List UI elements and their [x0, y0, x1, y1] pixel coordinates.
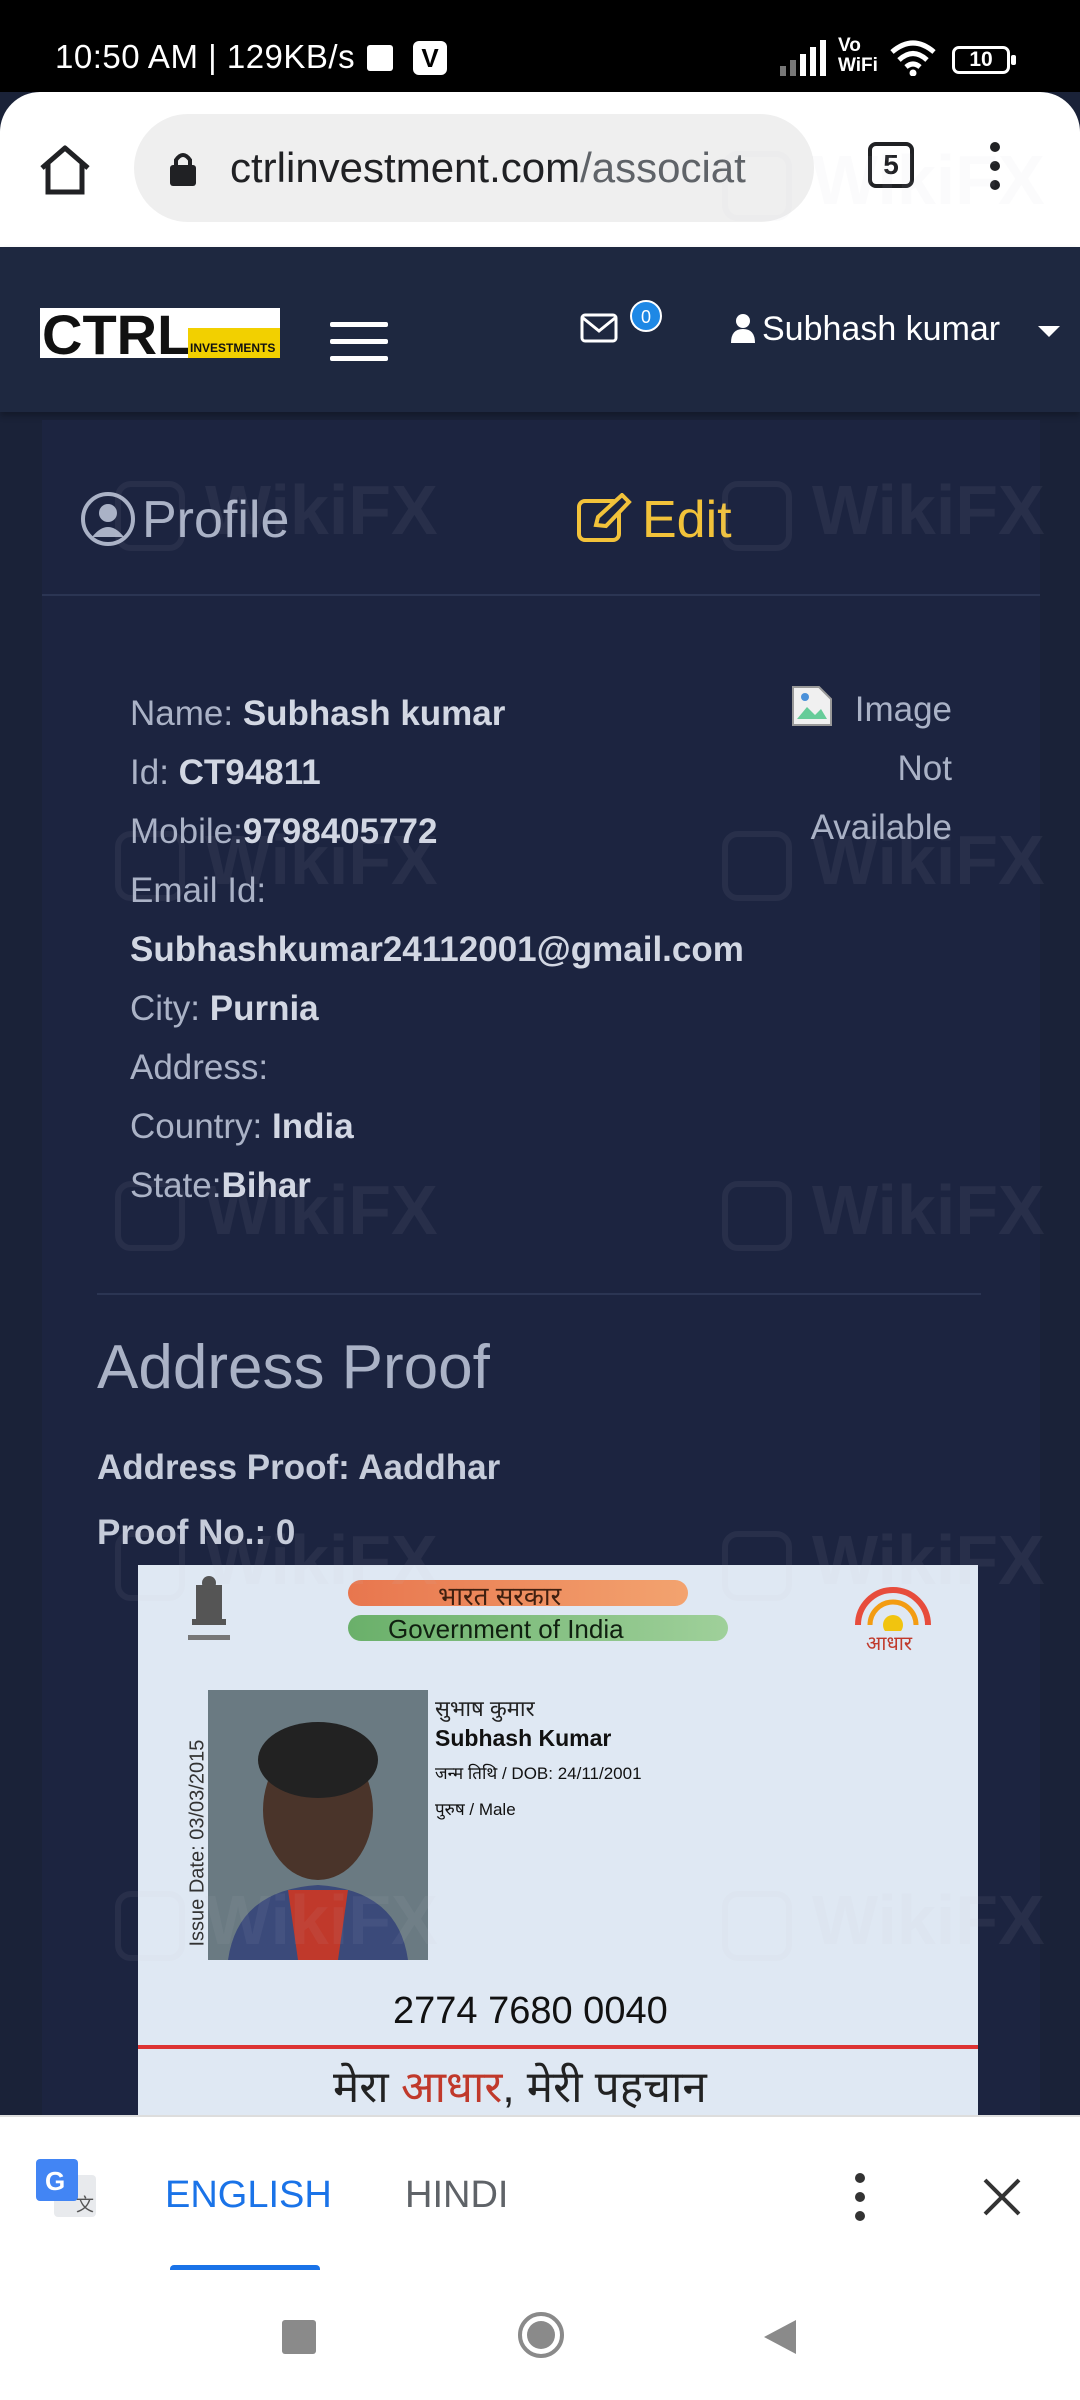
vowifi-indicator: Vo WiFi	[838, 35, 878, 76]
chevron-down-icon	[1038, 325, 1061, 337]
card-tagline: मेरा आधार, मेरी पहचान	[333, 2063, 707, 2112]
android-navigation-bar	[0, 2270, 1080, 2400]
svg-text:G: G	[45, 2166, 65, 2196]
home-button[interactable]	[516, 2310, 566, 2360]
edit-icon	[577, 492, 632, 542]
user-menu[interactable]: Subhash kumar	[730, 310, 1061, 349]
logo-subtext: INVESTMENTS	[190, 341, 275, 355]
aadhaar-logo-text: आधार	[866, 1633, 913, 1655]
svg-text:文: 文	[76, 2195, 94, 2216]
profile-image-placeholder: Image Not Available	[791, 680, 952, 857]
url-text[interactable]: ctrlinvestment.com/associat	[230, 144, 746, 192]
status-bar: 10:50 AM | 129KB/s V Vo WiFi 10	[0, 0, 1080, 92]
wifi-icon	[890, 40, 936, 76]
card-photo	[208, 1690, 428, 1960]
translate-more-button[interactable]	[855, 2173, 867, 2230]
signal-icon	[780, 40, 826, 76]
address-proof-heading: Address Proof	[97, 1333, 490, 1402]
home-icon[interactable]	[38, 144, 92, 196]
profile-id: Id: CT94811	[130, 753, 321, 792]
google-translate-icon[interactable]: G 文	[36, 2159, 98, 2221]
close-icon[interactable]	[982, 2177, 1022, 2217]
lock-icon	[170, 153, 196, 186]
logo-text: CTRL	[42, 306, 191, 361]
profile-email: Subhashkumar24112001@gmail.com	[130, 930, 744, 969]
card-issue-date: Issue Date: 03/03/2015	[186, 1739, 209, 1947]
card-govt-hindi: भारत सरकार	[438, 1581, 562, 1611]
profile-mobile: Mobile:9798405772	[130, 812, 438, 851]
card-name-hindi: सुभाष कुमार	[435, 1696, 535, 1721]
profile-state: State:Bihar	[130, 1166, 311, 1205]
profile-email-label: Email Id:	[130, 871, 267, 910]
hamburger-menu-button[interactable]	[330, 322, 388, 373]
status-time: 10:50 AM | 129KB/s	[55, 38, 356, 75]
card-gender: पुरुष / Male	[435, 1800, 516, 1819]
tab-profile-label: Profile	[142, 491, 290, 549]
divider	[97, 1293, 981, 1295]
user-icon	[731, 314, 755, 343]
user-circle-icon	[81, 492, 135, 546]
mail-count-badge: 0	[630, 300, 662, 332]
card-name-english: Subhash Kumar	[435, 1725, 612, 1751]
profile-city: City: Purnia	[130, 989, 319, 1028]
browser-toolbar: ctrlinvestment.com/associat 5	[0, 92, 1080, 247]
national-emblem-icon	[188, 1576, 230, 1640]
profile-name: Name: Subhash kumar	[130, 694, 506, 733]
tab-profile[interactable]: Profile	[80, 490, 289, 550]
card-aadhaar-number: 2774 7680 0040	[393, 1990, 668, 2032]
tab-switcher-button[interactable]: 5	[868, 142, 914, 188]
tab-language-hindi[interactable]: HINDI	[405, 2174, 508, 2217]
translate-bar: G 文 ENGLISH HINDI	[0, 2115, 1080, 2272]
back-button[interactable]	[762, 2318, 798, 2356]
divider	[42, 594, 1040, 596]
address-proof-number: Proof No.: 0	[97, 1513, 296, 1552]
aadhaar-logo-icon	[855, 1587, 931, 1631]
notification-icon	[367, 45, 393, 71]
card-govt-english: Government of India	[388, 1614, 624, 1644]
card-red-line	[138, 2045, 978, 2049]
address-proof-type: Address Proof: Aaddhar	[97, 1448, 501, 1487]
tab-edit[interactable]: Edit	[576, 490, 732, 550]
tab-edit-label: Edit	[642, 491, 732, 549]
browser-menu-button[interactable]	[990, 142, 1002, 199]
app-notification-icon: V	[413, 41, 447, 75]
tab-language-english[interactable]: ENGLISH	[165, 2174, 332, 2217]
user-name: Subhash kumar	[762, 310, 1001, 348]
recents-button[interactable]	[282, 2320, 316, 2354]
profile-address: Address:	[130, 1048, 269, 1087]
profile-country: Country: India	[130, 1107, 354, 1146]
aadhaar-card-image: भारत सरकार Government of India आधार Issu…	[138, 1565, 978, 2125]
battery-icon: 10	[952, 46, 1016, 74]
broken-image-icon	[791, 686, 832, 726]
mail-icon[interactable]	[580, 313, 618, 343]
ctrl-logo[interactable]: CTRL INVESTMENTS	[40, 306, 280, 361]
card-dob: जन्म तिथि / DOB: 24/11/2001	[435, 1764, 642, 1783]
